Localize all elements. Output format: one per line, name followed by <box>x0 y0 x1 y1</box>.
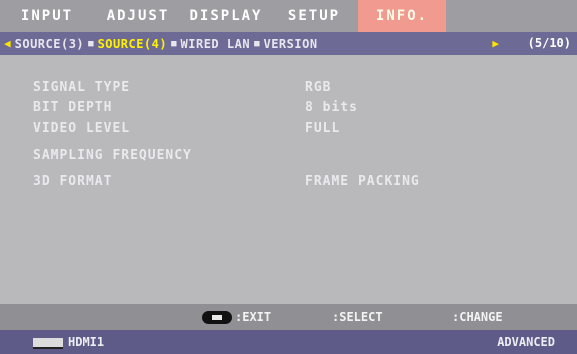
help-exit: :EXIT <box>202 310 271 324</box>
page-indicator: (5/10) <box>527 36 571 50</box>
help-select-label: :SELECT <box>332 310 383 324</box>
subtab-wired-lan[interactable]: WIRED LAN <box>181 37 251 51</box>
hdmi-source-icon <box>33 338 63 349</box>
help-change-label: :CHANGE <box>452 310 503 324</box>
info-label: SIGNAL TYPE <box>33 80 131 95</box>
info-row-signal-type: SIGNAL TYPE RGB <box>33 80 553 98</box>
subtab-separator-icon: ■ <box>171 38 177 49</box>
menu-mode-label: ADVANCED <box>497 335 555 349</box>
help-change: :CHANGE <box>452 310 503 324</box>
info-row-bit-depth: BIT DEPTH 8 bits <box>33 100 553 118</box>
scroll-left-arrow-icon[interactable]: ◀ <box>4 37 11 50</box>
tab-info[interactable]: INFO. <box>358 0 446 32</box>
menu-key-icon <box>202 310 232 324</box>
info-label: VIDEO LEVEL <box>33 121 131 136</box>
subtab-separator-icon: ■ <box>88 38 94 49</box>
info-value: FRAME PACKING <box>305 174 420 189</box>
info-label: 3D FORMAT <box>33 174 113 189</box>
main-menu-bar: INPUT ADJUST DISPLAY SETUP INFO. <box>0 0 577 32</box>
tab-input[interactable]: INPUT <box>0 0 94 32</box>
projector-osd-menu: INPUT ADJUST DISPLAY SETUP INFO. ◀ SOURC… <box>0 0 577 354</box>
info-row-video-level: VIDEO LEVEL FULL <box>33 121 553 139</box>
tab-adjust[interactable]: ADJUST <box>94 0 182 32</box>
info-value: RGB <box>305 80 332 95</box>
subtab-version[interactable]: VERSION <box>263 37 317 51</box>
subtab-source-3[interactable]: SOURCE(3) <box>15 37 85 51</box>
tab-display[interactable]: DISPLAY <box>182 0 270 32</box>
scroll-right-arrow-icon[interactable]: ▶ <box>492 37 499 50</box>
help-bar: :EXIT :SELECT :CHANGE <box>0 304 577 330</box>
subtab-source-4[interactable]: SOURCE(4) <box>98 37 168 51</box>
info-subtab-bar: ◀ SOURCE(3) ■ SOURCE(4) ■ WIRED LAN ■ VE… <box>0 32 577 55</box>
info-row-3d-format: 3D FORMAT FRAME PACKING <box>33 174 553 192</box>
subtab-separator-icon: ■ <box>254 38 260 49</box>
info-value: FULL <box>305 121 341 136</box>
help-select: :SELECT <box>332 310 383 324</box>
info-label: BIT DEPTH <box>33 100 113 115</box>
info-content-panel: SIGNAL TYPE RGB BIT DEPTH 8 bits VIDEO L… <box>0 55 577 304</box>
tab-setup[interactable]: SETUP <box>270 0 358 32</box>
info-label: SAMPLING FREQUENCY <box>33 148 192 163</box>
input-source-label: HDMI1 <box>68 335 105 349</box>
info-value: 8 bits <box>305 100 358 115</box>
info-row-sampling-frequency: SAMPLING FREQUENCY <box>33 148 553 166</box>
help-exit-label: :EXIT <box>235 310 272 324</box>
status-bar: HDMI1 ADVANCED <box>0 330 577 354</box>
